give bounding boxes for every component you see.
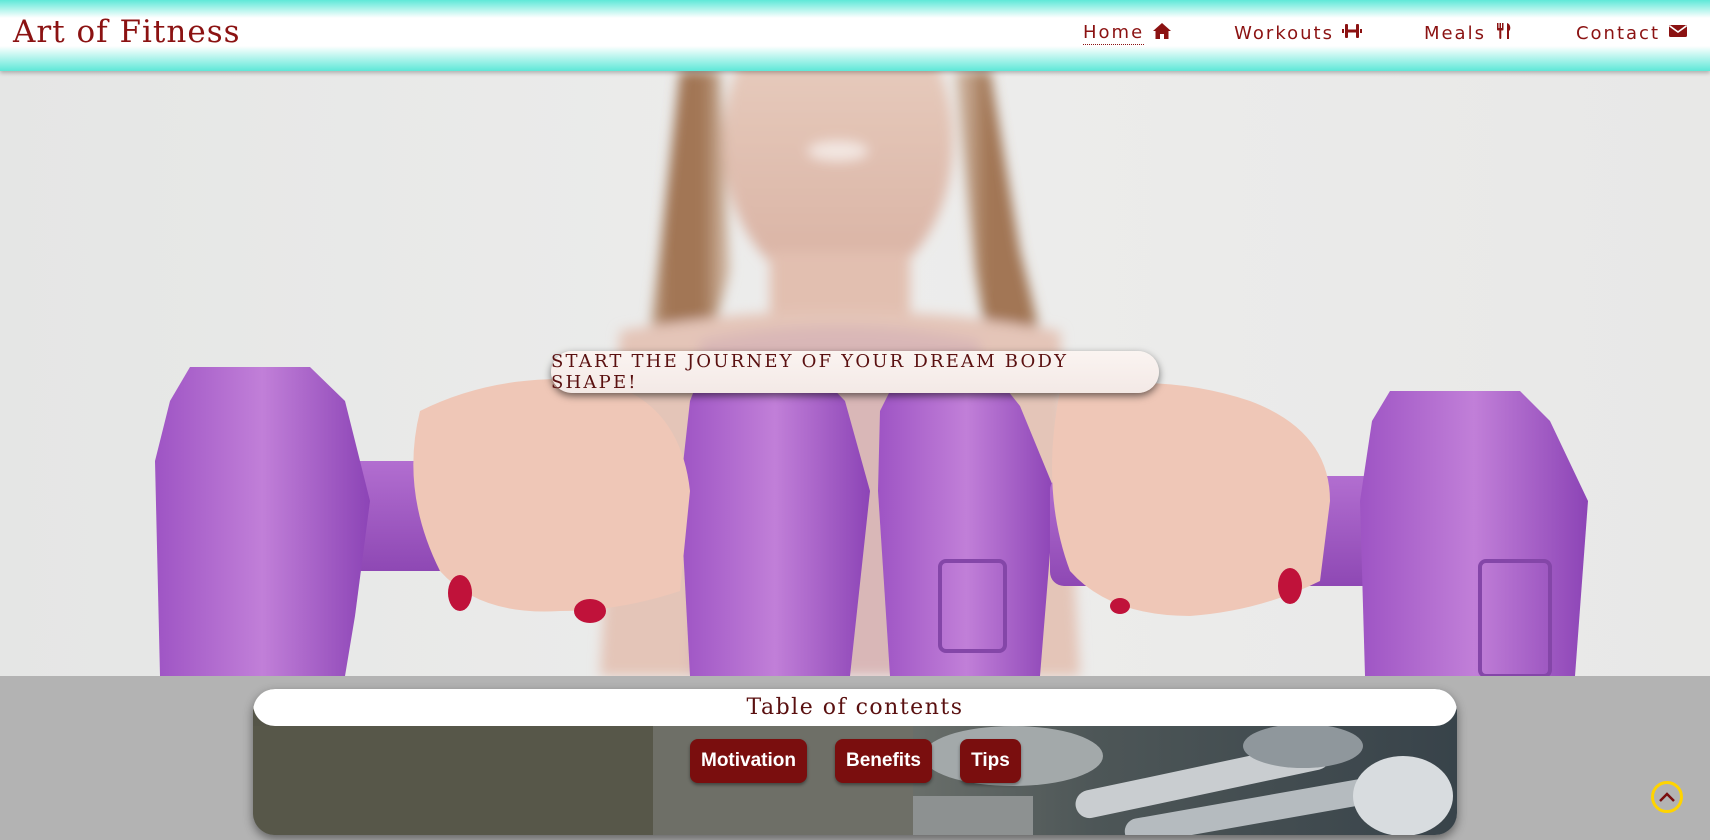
main-nav: Home Workouts Meals Contact [1021,22,1688,45]
toc-title: Table of contents [253,689,1457,726]
dumbbell-icon [1341,22,1362,45]
home-icon [1152,22,1172,45]
nav-home[interactable]: Home [1083,22,1172,45]
chevron-up-icon [1658,788,1676,807]
toc-motivation-button[interactable]: Motivation [690,739,807,783]
nav-home-label: Home [1083,22,1145,45]
hero-tagline: START THE JOURNEY OF YOUR DREAM BODY SHA… [551,351,1159,393]
nav-meals-label: Meals [1423,23,1486,44]
nav-workouts-label: Workouts [1234,23,1334,44]
toc-benefits-button[interactable]: Benefits [835,739,932,783]
site-brand[interactable]: Art of Fitness [13,14,241,50]
table-of-contents: Table of contents Motivation Benefits Ti… [253,689,1457,835]
toc-tips-button[interactable]: Tips [960,739,1021,783]
nav-workouts[interactable]: Workouts [1234,22,1362,45]
site-header: Art of Fitness Home Workouts Meals Conta… [0,0,1710,71]
nav-contact-label: Contact [1575,23,1660,44]
nav-meals[interactable]: Meals [1424,22,1514,45]
nav-contact[interactable]: Contact [1576,22,1688,45]
envelope-icon [1668,22,1688,45]
scroll-to-top-button[interactable] [1651,781,1683,813]
hero-banner: START THE JOURNEY OF YOUR DREAM BODY SHA… [0,71,1710,676]
utensils-icon [1494,22,1514,45]
